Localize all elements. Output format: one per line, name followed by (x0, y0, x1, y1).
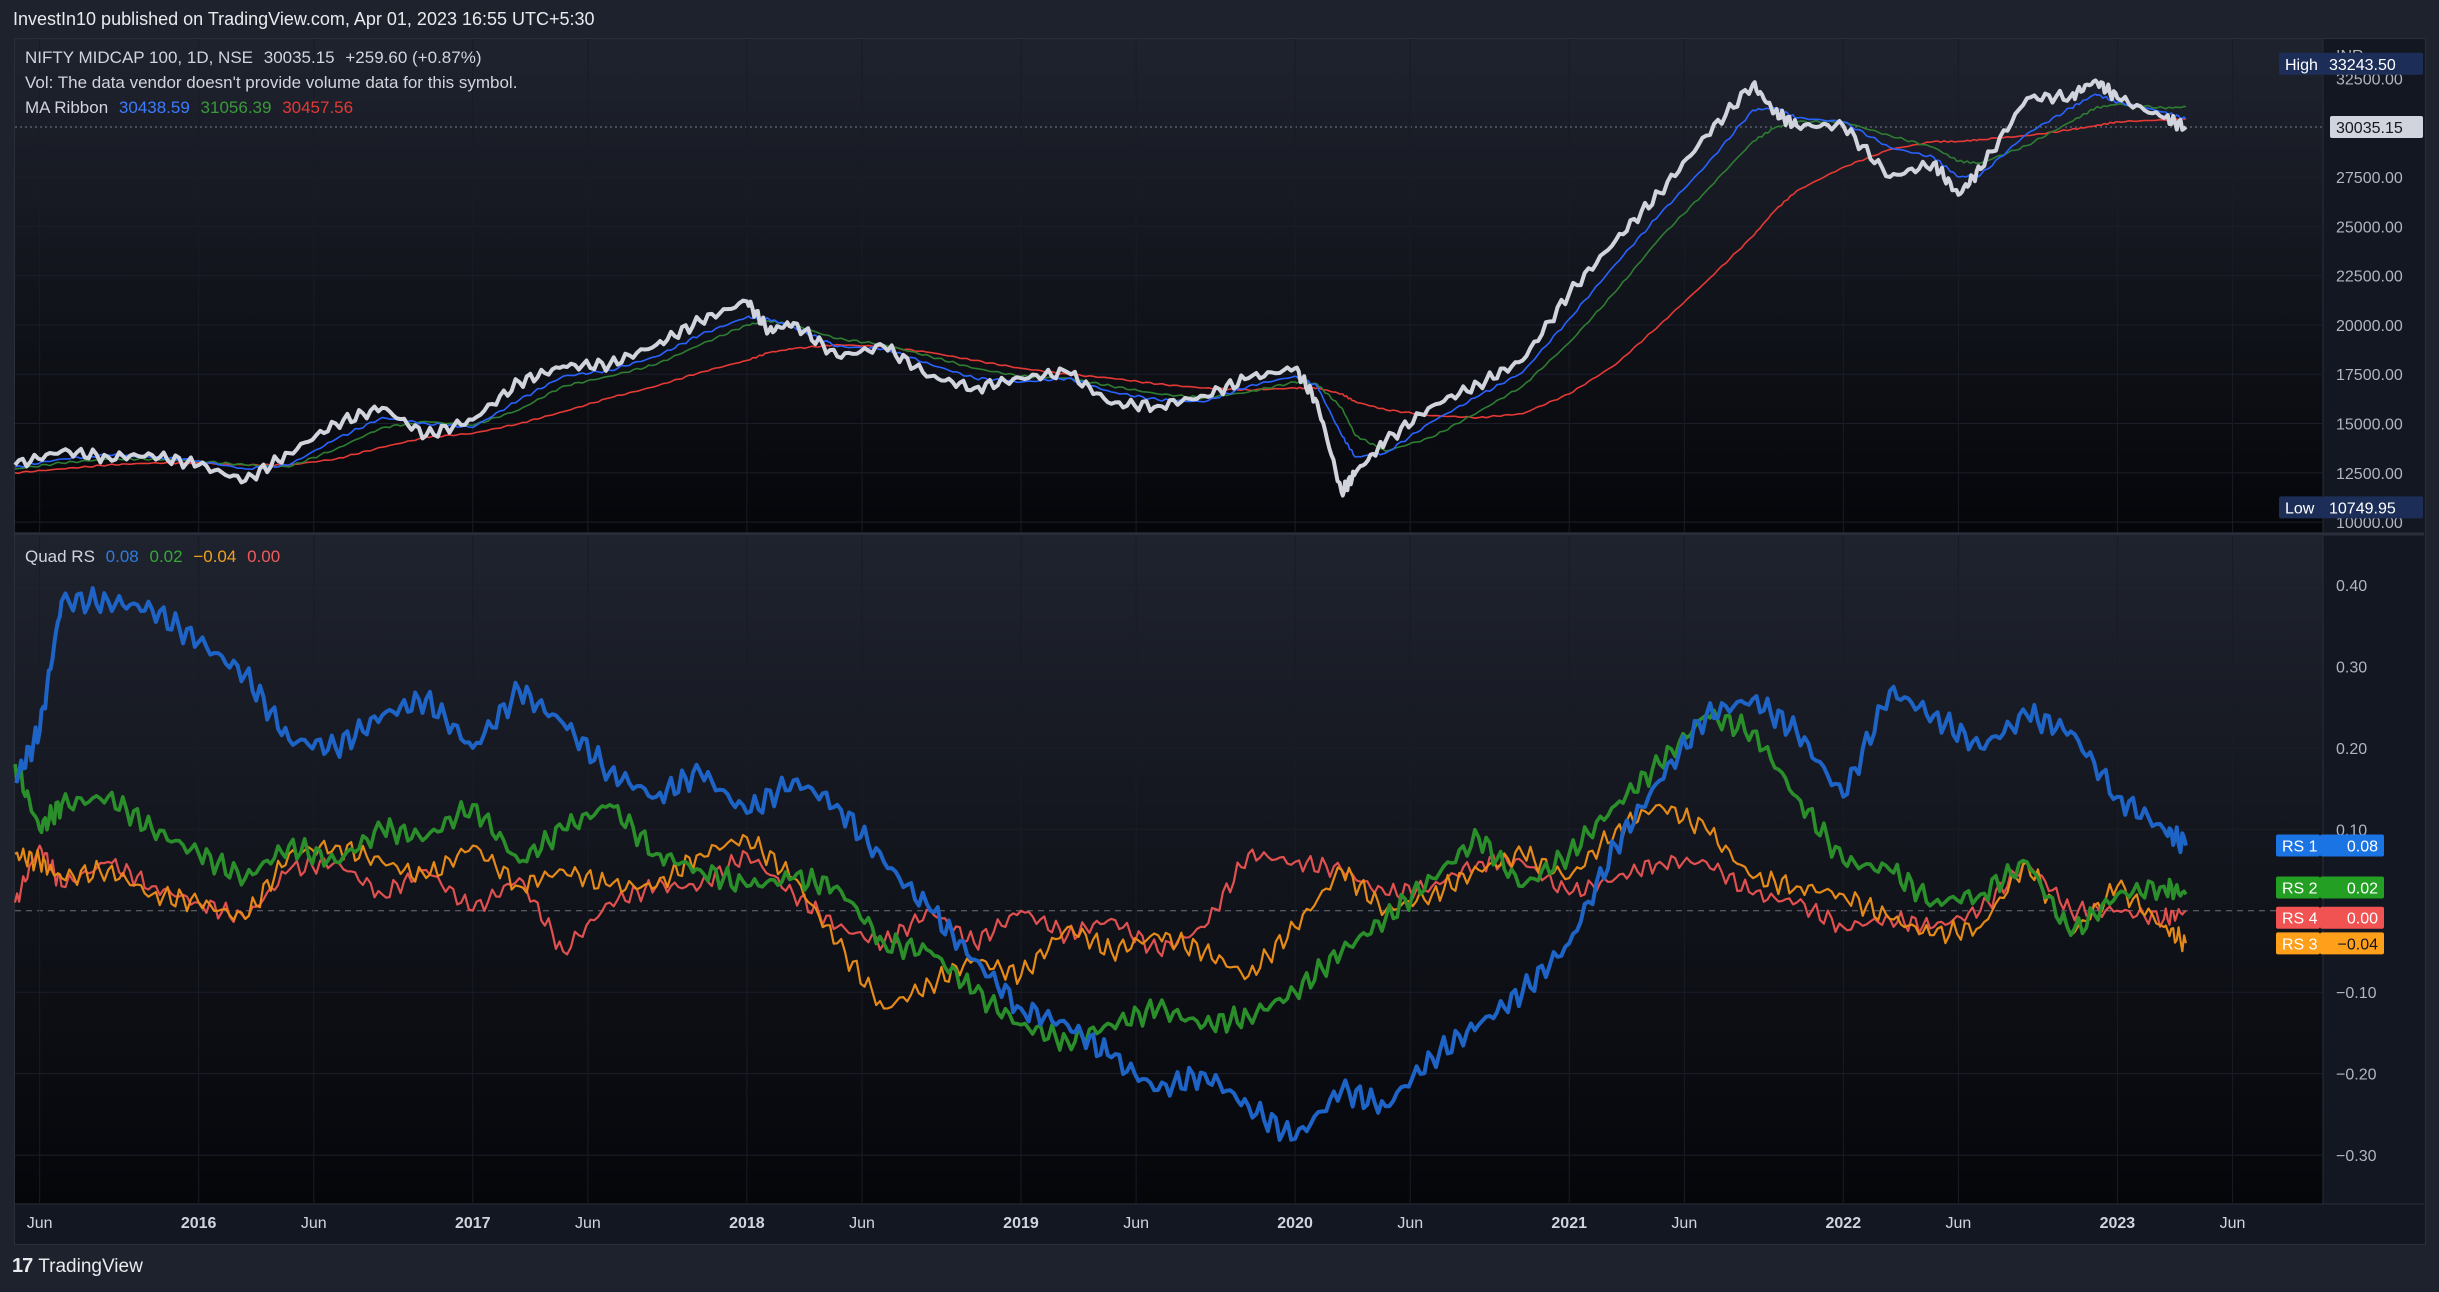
time-tick-label: Jun (301, 1215, 327, 1232)
time-tick-label: 2017 (455, 1215, 491, 1232)
volume-note: Vol: The data vendor doesn't provide vol… (25, 73, 518, 92)
tradingview-logo-icon: 17 (12, 1255, 33, 1277)
high-value: 33243.50 (2329, 57, 2396, 74)
time-tick-label: Jun (1397, 1215, 1423, 1232)
time-tick-label: 2023 (2100, 1215, 2136, 1232)
symbol-title: NIFTY MIDCAP 100, 1D, NSE (25, 48, 253, 67)
time-tick-label: Jun (1123, 1215, 1149, 1232)
rs-tag-value-4: −0.04 (2338, 936, 2379, 953)
quad-rs-legend: Quad RS 0.08 0.02 −0.04 0.00 (25, 547, 286, 567)
rs-tag-value-2: 0.02 (2347, 880, 2378, 897)
ma-value-3: 30457.56 (282, 98, 354, 117)
low-value: 10749.95 (2329, 500, 2396, 517)
footer[interactable]: 17 TradingView (12, 1255, 143, 1278)
rs-value-1: 0.08 (105, 547, 139, 566)
price-tick-label: 27500.00 (2336, 170, 2403, 187)
price-tick-label: 12500.00 (2336, 466, 2403, 483)
time-tick-label: Jun (27, 1215, 53, 1232)
last-price-tag: 30035.15 (2336, 120, 2403, 137)
time-tick-label: 2019 (1003, 1215, 1039, 1232)
price-tick-label: 17500.00 (2336, 367, 2403, 384)
ma-ribbon-legend: MA Ribbon 30438.59 31056.39 30457.56 (25, 98, 359, 118)
price-legend-line-1: NIFTY MIDCAP 100, 1D, NSE 30035.15 +259.… (25, 48, 487, 68)
time-tick-label: Jun (1946, 1215, 1972, 1232)
price-tick-label: 20000.00 (2336, 318, 2403, 335)
rs-value-4: 0.00 (247, 547, 281, 566)
time-tick-label: Jun (575, 1215, 601, 1232)
footer-brand: TradingView (38, 1255, 143, 1277)
rs-value-3: −0.04 (193, 547, 237, 566)
rs-tick-label: 0.40 (2336, 578, 2367, 595)
rs-pane-background (15, 536, 2323, 1204)
time-tick-label: 2020 (1277, 1215, 1313, 1232)
rs-tag-label-4: RS 3 (2282, 936, 2318, 953)
time-tick-label: Jun (1671, 1215, 1697, 1232)
rs-tick-label: 0.20 (2336, 741, 2367, 758)
rs-tick-label: −0.30 (2336, 1148, 2377, 1165)
quad-rs-label: Quad RS (25, 547, 95, 566)
time-tick-label: 2022 (1826, 1215, 1862, 1232)
time-tick-label: Jun (849, 1215, 875, 1232)
time-tick-label: 2018 (729, 1215, 765, 1232)
ma-value-1: 30438.59 (118, 98, 190, 117)
price-tick-label: 25000.00 (2336, 219, 2403, 236)
rs-tag-value-1: 0.08 (2347, 839, 2378, 856)
rs-tick-label: 0.30 (2336, 659, 2367, 676)
rs-tick-label: −0.20 (2336, 1067, 2377, 1084)
high-label: High (2285, 57, 2318, 74)
price-pane-background (15, 39, 2323, 532)
rs-value-2: 0.02 (149, 547, 183, 566)
rs-tag-label-3: RS 4 (2282, 911, 2318, 928)
time-tick-label: Jun (2220, 1215, 2246, 1232)
time-tick-label: 2016 (181, 1215, 217, 1232)
rs-tag-label-1: RS 1 (2282, 839, 2318, 856)
price-change: +259.60 (+0.87%) (345, 48, 482, 67)
ma-ribbon-label: MA Ribbon (25, 98, 109, 117)
price-tick-label: 22500.00 (2336, 269, 2403, 286)
ma-value-2: 31056.39 (200, 98, 272, 117)
rs-tick-label: −0.10 (2336, 985, 2377, 1002)
price-tick-label: 15000.00 (2336, 417, 2403, 434)
low-label: Low (2285, 500, 2315, 517)
rs-tag-value-3: 0.00 (2347, 911, 2378, 928)
time-tick-label: 2021 (1551, 1215, 1587, 1232)
chart-canvas[interactable]: 32500.0030000.0027500.0025000.0022500.00… (0, 0, 2439, 1292)
last-price: 30035.15 (263, 48, 335, 67)
rs-tag-label-2: RS 2 (2282, 880, 2318, 897)
